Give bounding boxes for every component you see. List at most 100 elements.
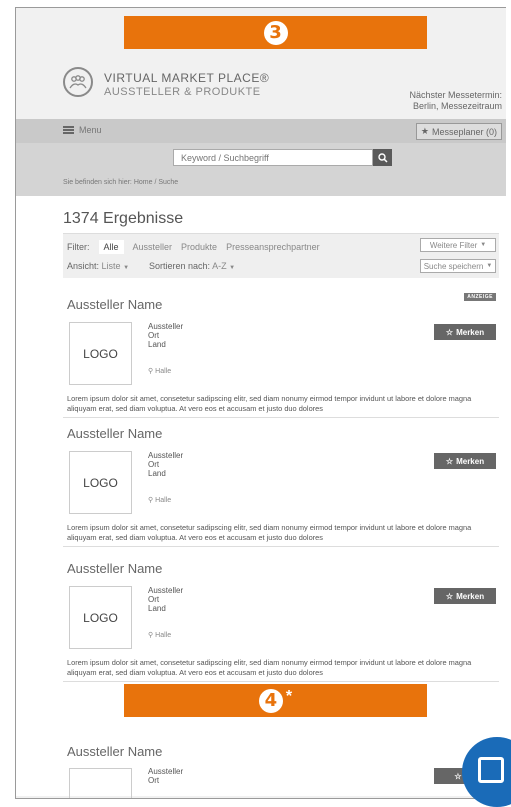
save-search-dropdown[interactable]: Suche speichern ▼ [420,259,496,273]
exhibitor-type: Aussteller [148,586,184,595]
exhibitor-card: Aussteller Name LOGO Aussteller Ort Land… [63,426,499,542]
star-outline-icon: ☆ [445,456,454,466]
star-outline-icon: ☆ [445,591,454,601]
exhibitor-logo[interactable]: LOGO [69,451,132,514]
breadcrumb[interactable]: Sie befinden sich hier: Home / Suche [63,179,178,186]
view-value: Liste [101,261,121,271]
hall-info: ⚲ Halle [148,631,172,640]
exhibitor-city: Ort [148,331,160,340]
bookmark-button[interactable]: ☆ Merken [434,453,496,469]
ad-badge: ANZEIGE [464,293,496,301]
exhibitor-card: ANZEIGE Aussteller Name LOGO Aussteller … [63,293,499,413]
bookmark-button[interactable]: ☆ Merken [434,588,496,604]
exhibitor-country: Land [148,340,166,349]
chevron-down-icon: ▼ [229,265,236,271]
exhibitor-description: Lorem ipsum dolor sit amet, consetetur s… [67,394,472,413]
exhibitor-card: Aussteller Name Aussteller Ort ☆ Me [63,744,499,798]
exhibitor-city: Ort [148,460,160,469]
search-area: Sie befinden sich hier: Home / Suche [16,143,506,196]
view-label: Ansicht: [67,261,100,271]
exhibitor-description: Lorem ipsum dolor sit amet, consetetur s… [67,523,472,542]
sort-label: Sortieren nach: [149,261,211,271]
divider [63,546,499,547]
filter-label: Filter: [67,242,90,252]
save-search-label: Suche speichern [423,261,484,271]
exhibitor-type: Aussteller [148,767,184,776]
sort-select[interactable]: Sortieren nach: A-Z ▼ [149,261,235,271]
filter-tab-produkte[interactable]: Produkte [181,242,217,252]
exhibitor-city: Ort [148,595,160,604]
filter-tab-aussteller[interactable]: Aussteller [133,242,173,252]
ad-banner-middle[interactable]: 4 * [124,684,427,717]
banner-asterisk: * [285,687,293,705]
ad-banner-top[interactable]: 3 [124,16,427,49]
exhibitor-name[interactable]: Aussteller Name [67,426,162,441]
hall-label: Halle [155,367,172,375]
location-pin-icon: ⚲ [148,368,154,375]
hall-label: Halle [155,496,172,504]
menu-bar: Menu ★ Messeplaner (0) [16,119,506,143]
filter-bar: Filter: Alle Aussteller Produkte Pressea… [63,233,499,278]
planner-label: Messeplaner (0) [431,126,497,137]
search-input[interactable] [173,149,373,166]
star-outline-icon: ☆ [445,327,454,337]
banner-number-badge: 3 [263,20,288,45]
search-icon [377,152,388,163]
exhibitor-country: Land [148,604,166,613]
view-sort-row: Ansicht: Liste ▼ Sortieren nach: A-Z ▼ [67,261,235,271]
menu-label: Menu [79,125,102,135]
bookmark-button[interactable]: ☆ Merken [434,324,496,340]
filter-tab-presseansprechpartner[interactable]: Presseansprechpartner [226,242,320,252]
search-button[interactable] [373,149,392,166]
exhibitor-type: Aussteller [148,322,184,331]
exhibitor-country: Land [148,469,166,478]
trade-fair-planner-button[interactable]: ★ Messeplaner (0) [415,123,502,140]
filter-tab-alle[interactable]: Alle [98,240,124,254]
menu-button[interactable]: Menu [63,125,102,135]
more-filters-label: Weitere Filter [429,240,478,250]
bookmark-label: Merken [456,327,485,337]
chevron-down-icon: ▼ [480,242,487,248]
next-fair-value: Berlin, Messezeitraum [412,101,502,111]
chat-window-icon [478,757,504,783]
exhibitor-info: Aussteller Ort Land [148,451,183,478]
bookmark-label: Merken [456,456,485,466]
brand-subtitle: AUSSTELLER & PRODUKTE [104,86,261,98]
location-pin-icon: ⚲ [148,632,154,639]
exhibitor-logo[interactable]: LOGO [69,586,132,649]
exhibitor-logo[interactable]: LOGO [69,322,132,385]
results-count: 1374 Ergebnisse [63,210,184,227]
page-frame: 3 VIRTUAL MARKET PLACE® AUSSTELLER & PRO… [15,7,506,799]
exhibitor-card: Aussteller Name LOGO Aussteller Ort Land… [63,561,499,677]
exhibitor-description: Lorem ipsum dolor sit amet, consetetur s… [67,658,472,677]
view-select[interactable]: Ansicht: Liste ▼ [67,261,129,271]
filter-row: Filter: Alle Aussteller Produkte Pressea… [67,240,320,254]
banner-number-badge: 4 [258,688,283,713]
exhibitor-name[interactable]: Aussteller Name [67,297,162,312]
chevron-down-icon: ▼ [486,263,493,269]
hamburger-icon [63,126,74,134]
star-outline-icon: ☆ [454,771,462,781]
exhibitor-name[interactable]: Aussteller Name [67,561,162,576]
hall-info: ⚲ Halle [148,367,172,376]
chevron-down-icon: ▼ [123,265,130,271]
brand-title[interactable]: VIRTUAL MARKET PLACE® [104,71,269,85]
people-logo-icon[interactable] [63,67,93,97]
next-fair-label: Nächster Messetermin: [409,90,502,100]
location-pin-icon: ⚲ [148,497,154,504]
exhibitor-info: Aussteller Ort Land [148,322,183,349]
divider [63,417,499,418]
hall-info: ⚲ Halle [148,496,172,505]
more-filters-dropdown[interactable]: Weitere Filter ▼ [420,238,496,252]
site-header: VIRTUAL MARKET PLACE® AUSSTELLER & PRODU… [16,58,506,118]
bookmark-label: Merken [456,591,485,601]
sort-value: A-Z [212,261,227,271]
hall-label: Halle [155,631,172,639]
exhibitor-info: Aussteller Ort Land [148,586,183,613]
exhibitor-name[interactable]: Aussteller Name [67,744,162,759]
main-content: 1374 Ergebnisse Filter: Alle Aussteller … [16,196,506,798]
exhibitor-info: Aussteller Ort [148,767,183,785]
star-icon: ★ [420,126,429,136]
divider [63,681,499,682]
exhibitor-type: Aussteller [148,451,184,460]
